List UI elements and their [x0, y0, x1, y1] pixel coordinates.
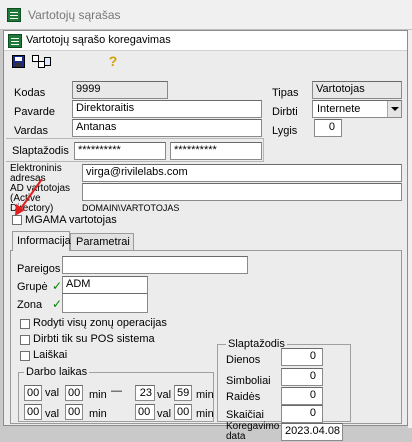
zona-check-icon: ✓ [52, 297, 63, 311]
pavarde-field[interactable]: Direktoraitis [72, 100, 262, 118]
vardas-label: Vardas [14, 125, 49, 137]
pareigos-label: Pareigos [17, 263, 61, 275]
dirbti-select[interactable]: Internete [312, 100, 402, 118]
help-icon[interactable]: ? [108, 53, 118, 69]
time-start-hour-2[interactable]: 00 [24, 404, 42, 420]
toolbar: ? [4, 52, 407, 72]
lygis-field[interactable]: 0 [314, 119, 342, 137]
dialog-titlebar: Vartotojų sąrašo koregavimas [4, 31, 407, 51]
time-start-min-1[interactable]: 00 [65, 385, 83, 401]
min-label: min [89, 408, 107, 420]
dirbti-value: Internete [317, 103, 361, 115]
dienos-label: Dienos [226, 354, 261, 366]
dialog-title: Vartotojų sąrašo koregavimas [26, 34, 171, 46]
skaiciai-label: Skaičiai [226, 409, 264, 421]
zona-label: Zona [17, 299, 43, 311]
min-label: min [196, 389, 214, 401]
checkbox-laiskai[interactable] [20, 351, 30, 361]
time-end-min-2[interactable]: 00 [174, 404, 192, 420]
lygis-label: Lygis [272, 125, 298, 137]
slaptazodis-group-label: Slaptažodis [226, 338, 287, 350]
tipas-label: Tipas [272, 87, 299, 99]
val-label: val [157, 408, 172, 420]
raides-field[interactable]: 0 [281, 387, 323, 405]
skaiciai-field[interactable]: 0 [281, 405, 323, 423]
min-label: min [196, 408, 214, 420]
time-end-hour-2[interactable]: 00 [135, 404, 155, 420]
time-start-min-2[interactable]: 00 [65, 404, 83, 420]
slaptazodis-label: Slaptažodis [12, 145, 69, 157]
label-pos: Dirbti tik su POS sistema [33, 333, 155, 345]
val-label: val [45, 408, 60, 420]
dash-label: — [111, 385, 122, 397]
time-start-hour-1[interactable]: 00 [24, 385, 42, 401]
simboliai-field[interactable]: 0 [281, 368, 323, 386]
raides-label: Raidės [226, 391, 261, 403]
time-end-min-1[interactable]: 59 [174, 385, 192, 401]
dirbti-label: Dirbti [272, 106, 298, 118]
koregavimo-data-field[interactable]: 2023.04.08 [281, 423, 343, 441]
checkbox-pos[interactable] [20, 335, 30, 345]
tab-informacija[interactable]: Informacija [12, 231, 71, 251]
ad-hint: DOMAIN\VARTOTOJAS [82, 203, 180, 213]
koregavimo-label: Koregavimo data [226, 421, 280, 442]
grupe-label: Grupė [17, 281, 48, 293]
save-icon[interactable] [12, 55, 25, 68]
darbo-laikas-label: Darbo laikas [24, 366, 90, 378]
grupe-check-icon: ✓ [52, 279, 63, 293]
pareigos-field[interactable] [62, 256, 248, 274]
label-laiskai: Laiškai [33, 349, 68, 361]
time-end-hour-1[interactable]: 23 [135, 385, 155, 401]
kodas-field[interactable]: 9999 [72, 81, 168, 99]
darbo-laikas-group: Darbo laikas 00 val 00 min — 23 val 59 m… [18, 366, 214, 422]
val-label: val [45, 387, 60, 399]
dialog-icon [8, 34, 22, 48]
zona-field[interactable] [62, 293, 148, 313]
tab-panel: Pareigos Grupė ✓ ADM Zona ✓ Rodyti visų … [10, 250, 402, 442]
slaptazodis-field-1[interactable]: ********** [74, 142, 166, 160]
edit-dialog: Vartotojų sąrašo koregavimas ? Kodas 999… [3, 30, 408, 442]
vardas-field[interactable]: Antanas [72, 119, 262, 137]
copy-structure-icon[interactable] [32, 55, 52, 69]
outer-window-icon [7, 8, 21, 22]
pavarde-label: Pavarde [14, 106, 55, 118]
slaptazodis-field-2[interactable]: ********** [170, 142, 262, 160]
ad-field[interactable] [82, 183, 402, 201]
kodas-label: Kodas [14, 87, 46, 99]
outer-titlebar: Vartotojų sąrašas [0, 0, 412, 30]
tipas-field[interactable]: Vartotojas [312, 81, 402, 99]
simboliai-label: Simboliai [226, 375, 271, 387]
chevron-down-icon[interactable] [387, 101, 401, 117]
val-label: val [157, 389, 172, 401]
checkbox-visu-zonu[interactable] [20, 319, 30, 329]
tab-parametrai[interactable]: Parametrai [70, 233, 134, 251]
dienos-field[interactable]: 0 [281, 348, 323, 366]
email-field[interactable]: virga@rivilelabs.com [82, 164, 402, 182]
min-label: min [89, 389, 107, 401]
outer-window-title: Vartotojų sąrašas [28, 8, 121, 22]
background-window-edge [408, 30, 412, 428]
slaptazodis-row: Slaptažodis ********** ********** [6, 138, 264, 162]
red-arrow-icon [15, 178, 43, 216]
label-visu-zonu: Rodyti visų zonų operacijas [33, 317, 167, 329]
